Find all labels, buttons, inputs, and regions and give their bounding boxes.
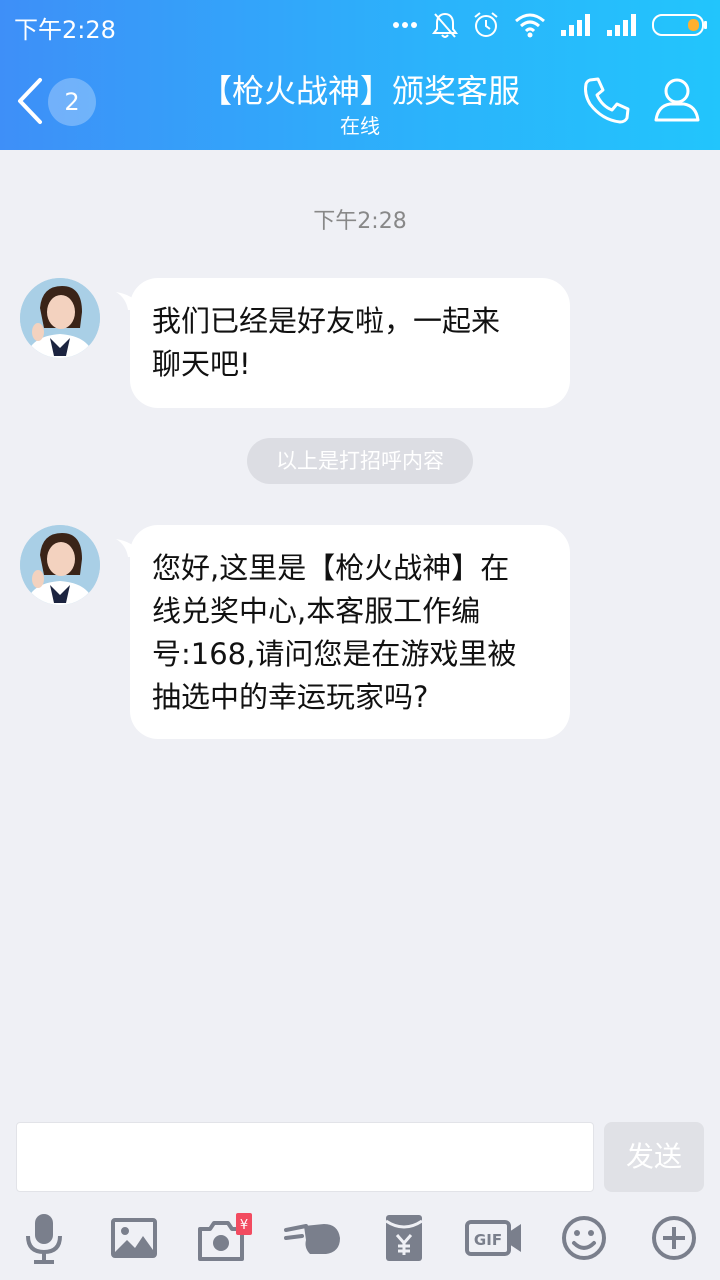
avatar[interactable] — [20, 278, 100, 358]
battery-icon — [652, 14, 707, 36]
message-line: 聊天吧! — [152, 347, 251, 381]
red-packet-icon — [385, 1215, 423, 1261]
status-icons — [392, 10, 708, 40]
message-line: 我们已经是好友啦，一起来 — [152, 304, 501, 338]
message-line: 线兑奖中心,本客服工作编 — [152, 594, 481, 628]
message-line: 您好,这里是【枪火战神】在 — [152, 551, 510, 585]
send-button[interactable]: 发送 — [604, 1122, 704, 1192]
call-button[interactable] — [580, 74, 632, 126]
gif-button[interactable]: GIF — [464, 1208, 524, 1268]
red-packet-button[interactable] — [374, 1208, 434, 1268]
profile-button[interactable] — [652, 74, 702, 124]
poke-icon — [284, 1224, 340, 1254]
voice-button[interactable] — [14, 1208, 74, 1268]
message-input[interactable] — [16, 1122, 594, 1192]
emoji-icon — [562, 1216, 606, 1260]
more-button[interactable] — [644, 1208, 704, 1268]
chat-header: 下午2:28 2 【枪火战神】颁奖客服 在线 — [0, 0, 720, 150]
agent-avatar-icon — [20, 525, 100, 605]
message-line: 抽选中的幸运玩家吗? — [152, 680, 429, 714]
mute-bell-icon — [432, 12, 458, 38]
signal-icon-2 — [607, 14, 636, 36]
microphone-icon — [26, 1214, 62, 1264]
message-timestamp: 下午2:28 — [313, 209, 407, 234]
message-bubble[interactable]: 您好,这里是【枪火战神】在 线兑奖中心,本客服工作编 号:168,请问您是在游戏… — [130, 525, 570, 739]
greeting-notice: 以上是打招呼内容 — [247, 438, 473, 484]
gif-icon: GIF — [465, 1220, 521, 1256]
photo-button[interactable] — [104, 1208, 164, 1268]
input-toolbar: ¥ GIF — [0, 1208, 720, 1272]
wifi-icon — [515, 13, 545, 38]
svg-text:GIF: GIF — [474, 1231, 502, 1249]
online-status: 在线 — [340, 114, 380, 138]
person-icon — [654, 78, 700, 122]
unread-badge[interactable]: 2 — [48, 78, 96, 126]
signal-icon — [561, 14, 590, 36]
status-time: 下午2:28 — [14, 16, 116, 44]
phone-icon — [584, 77, 630, 124]
camera-icon: ¥ — [198, 1213, 252, 1261]
emoji-button[interactable] — [554, 1208, 614, 1268]
message-bubble[interactable]: 我们已经是好友啦，一起来 聊天吧! — [130, 278, 570, 408]
message-line: 号:168,请问您是在游戏里被 — [152, 637, 517, 671]
alarm-icon — [474, 12, 498, 37]
poke-button[interactable] — [284, 1208, 344, 1268]
more-dots-icon — [393, 22, 417, 28]
red-packet-badge-text: ¥ — [240, 1218, 248, 1233]
image-icon — [111, 1218, 157, 1258]
plus-icon — [652, 1216, 696, 1260]
status-bar: 下午2:28 — [0, 0, 720, 50]
agent-avatar-icon — [20, 278, 100, 358]
chat-title: 【枪火战神】颁奖客服 — [199, 72, 520, 110]
camera-button[interactable]: ¥ — [194, 1208, 254, 1268]
avatar[interactable] — [20, 525, 100, 605]
